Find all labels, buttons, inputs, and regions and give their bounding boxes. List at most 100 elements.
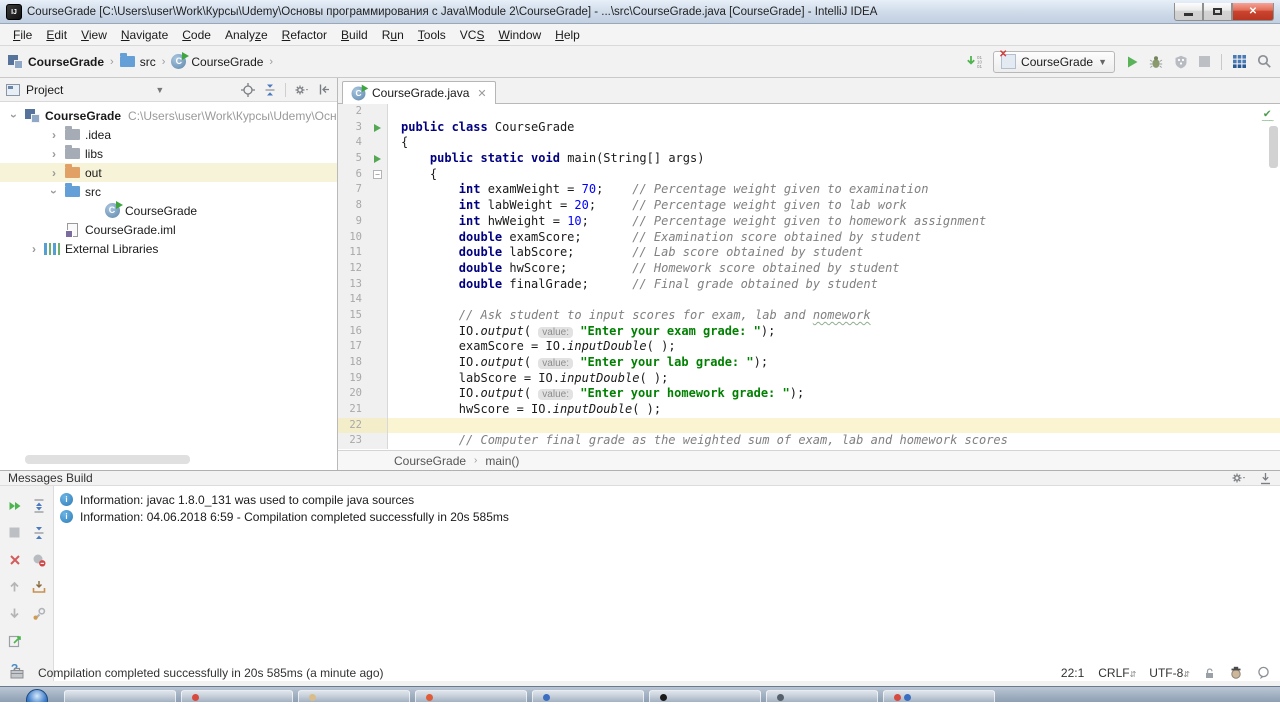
code-line-13[interactable]: 13 double finalGrade; // Final grade obt… [338,277,1280,293]
taskbar-button[interactable] [64,690,176,702]
tree-item-coursegrade[interactable]: ›CourseGradeC:\Users\user\Work\Курсы\Ude… [0,106,337,125]
autoscroll-button[interactable] [27,573,51,600]
code-line-19[interactable]: 19 labScore = IO.inputDouble( ); [338,371,1280,387]
menu-item-file[interactable]: File [6,26,39,44]
tree-item-libs[interactable]: ›libs [0,144,337,163]
line-number[interactable]: 11 [338,245,368,261]
line-number[interactable]: 2 [338,104,368,120]
line-number[interactable]: 14 [338,292,368,308]
line-number[interactable]: 17 [338,339,368,355]
tree-item-external-libraries[interactable]: ›External Libraries [0,239,337,258]
chevron-down-icon[interactable]: ▼ [155,85,164,95]
message-row[interactable]: iInformation: javac 1.8.0_131 was used t… [60,491,1280,508]
vertical-scrollbar[interactable] [1269,126,1278,168]
taskbar-button[interactable] [532,690,644,702]
code-line-9[interactable]: 9 int hwWeight = 10; // Percentage weigh… [338,214,1280,230]
minimize-button[interactable] [1174,3,1203,21]
taskbar-button[interactable] [766,690,878,702]
stop-button[interactable] [1198,55,1211,68]
gear-icon[interactable] [294,83,310,97]
line-number[interactable]: 5 [338,151,368,167]
collapse-all-icon[interactable] [263,83,277,97]
toolbox-icon[interactable] [10,667,24,679]
encoding-selector[interactable]: UTF-8⇵ [1149,666,1189,680]
line-ending-selector[interactable]: CRLF⇵ [1098,666,1135,680]
line-number[interactable]: 16 [338,324,368,340]
fold-icon[interactable]: − [368,167,388,183]
tree-item-out[interactable]: ›out [0,163,337,182]
menu-item-run[interactable]: Run [375,26,411,44]
menu-item-window[interactable]: Window [491,26,548,44]
close-tab-icon[interactable]: ✕ [477,87,486,100]
expand-all-button[interactable] [27,492,51,519]
stop-button[interactable] [3,519,27,546]
menu-item-build[interactable]: Build [334,26,375,44]
menu-item-help[interactable]: Help [548,26,587,44]
event-log-icon[interactable] [1257,666,1270,679]
tree-chevron-icon[interactable]: › [46,147,62,161]
line-number[interactable]: 8 [338,198,368,214]
line-number[interactable]: 20 [338,386,368,402]
hide-panel-icon[interactable] [318,83,331,96]
line-number[interactable]: 18 [338,355,368,371]
line-number[interactable]: 19 [338,371,368,387]
close-button[interactable] [3,546,27,573]
message-row[interactable]: iInformation: 04.06.2018 6:59 - Compilat… [60,508,1280,525]
lock-icon[interactable] [1203,667,1215,679]
editor-breadcrumb-item[interactable]: CourseGrade [394,454,466,468]
tree-item-coursegrade[interactable]: CCourseGrade [0,201,337,220]
rerun-button[interactable] [3,492,27,519]
line-number[interactable]: 23 [338,433,368,449]
coverage-button[interactable] [1174,55,1188,69]
locate-file-icon[interactable] [241,83,255,97]
taskbar-button[interactable] [883,690,995,702]
line-number[interactable]: 13 [338,277,368,293]
code-line-7[interactable]: 7 int examWeight = 70; // Percentage wei… [338,182,1280,198]
tree-item--idea[interactable]: ›.idea [0,125,337,144]
breadcrumb-item-coursegrade[interactable]: CCourseGrade [171,54,263,69]
maximize-button[interactable] [1203,3,1232,21]
menu-item-navigate[interactable]: Navigate [114,26,175,44]
code-line-18[interactable]: 18 IO.output( value: "Enter your lab gra… [338,355,1280,371]
tree-chevron-icon[interactable]: › [26,242,42,256]
update-project-icon[interactable]: 011001 [966,54,983,69]
run-configuration-select[interactable]: CourseGrade ▼ [993,51,1115,73]
code-line-12[interactable]: 12 double hwScore; // Homework score obt… [338,261,1280,277]
run-line-icon[interactable] [368,120,388,136]
line-number[interactable]: 22 [338,418,368,434]
code-line-16[interactable]: 16 IO.output( value: "Enter your exam gr… [338,324,1280,340]
collapse-all-button[interactable] [27,519,51,546]
tree-chevron-icon[interactable]: › [46,166,62,180]
settings-wrench-button[interactable] [27,600,51,627]
tree-item-src[interactable]: ›src [0,182,337,201]
menu-item-refactor[interactable]: Refactor [275,26,334,44]
menu-item-analyze[interactable]: Analyze [218,26,275,44]
horizontal-scrollbar[interactable] [25,455,190,464]
hector-inspector-icon[interactable] [1229,666,1243,679]
line-number[interactable]: 12 [338,261,368,277]
tab-coursegrade-java[interactable]: C CourseGrade.java ✕ [342,81,496,104]
run-line-icon[interactable] [368,151,388,167]
tree-chevron-icon[interactable]: › [46,128,62,142]
start-button[interactable] [26,689,48,702]
taskbar-button[interactable] [181,690,293,702]
export-button[interactable] [3,627,27,654]
code-line-15[interactable]: 15 // Ask student to input scores for ex… [338,308,1280,324]
line-number[interactable]: 15 [338,308,368,324]
menu-item-view[interactable]: View [74,26,114,44]
line-number[interactable]: 9 [338,214,368,230]
code-line-8[interactable]: 8 int labWeight = 20; // Percentage weig… [338,198,1280,214]
run-button[interactable] [1125,55,1139,69]
tree-item-coursegrade-iml[interactable]: CourseGrade.iml [0,220,337,239]
line-number[interactable]: 7 [338,182,368,198]
next-button[interactable] [3,600,27,627]
editor-breadcrumb-item[interactable]: main() [485,454,519,468]
code-line-11[interactable]: 11 double labScore; // Lab score obtaine… [338,245,1280,261]
debug-button[interactable] [1149,55,1164,69]
taskbar-button[interactable] [415,690,527,702]
code-line-20[interactable]: 20 IO.output( value: "Enter your homewor… [338,386,1280,402]
code-line-3[interactable]: 3public class CourseGrade [338,120,1280,136]
code-line-17[interactable]: 17 examScore = IO.inputDouble( ); [338,339,1280,355]
inspections-ok-icon[interactable]: ✔~~~ [1262,108,1273,123]
project-structure-icon[interactable] [1232,54,1247,69]
